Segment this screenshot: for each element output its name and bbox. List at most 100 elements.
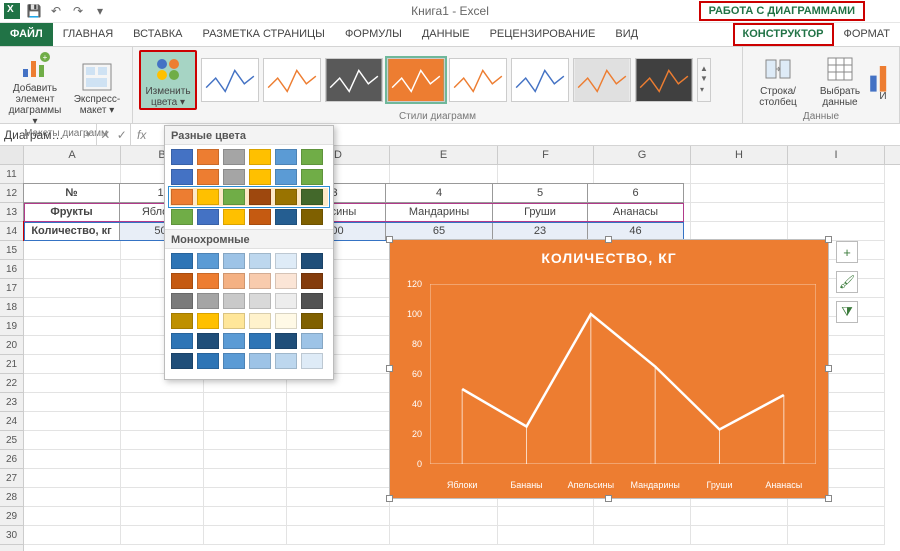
cell-G12[interactable]: 6	[587, 183, 684, 203]
chart-style-6[interactable]	[511, 58, 569, 102]
row-header-30[interactable]: 30	[0, 526, 23, 545]
resize-handle[interactable]	[386, 365, 393, 372]
cell-A30[interactable]	[24, 526, 121, 545]
cell-I12[interactable]	[788, 184, 885, 203]
cell-A12[interactable]: №	[23, 183, 120, 203]
cell-C29[interactable]	[204, 507, 287, 526]
cell-B28[interactable]	[121, 488, 204, 507]
resize-handle[interactable]	[825, 236, 832, 243]
cell-A24[interactable]	[24, 412, 121, 431]
fx-icon[interactable]: fx	[131, 128, 152, 142]
cell-C26[interactable]	[204, 450, 287, 469]
row-header-25[interactable]: 25	[0, 431, 23, 450]
cell-G30[interactable]	[594, 526, 691, 545]
cell-D25[interactable]	[287, 431, 390, 450]
switch-row-column-button[interactable]: Строка/ столбец	[749, 52, 807, 108]
cell-A18[interactable]	[24, 298, 121, 317]
chart-filters-button[interactable]: ⧩	[836, 301, 858, 323]
color-scheme-row[interactable]	[171, 253, 327, 269]
row-header-23[interactable]: 23	[0, 393, 23, 412]
col-header-F[interactable]: F	[498, 146, 594, 164]
cell-D27[interactable]	[287, 469, 390, 488]
cell-D24[interactable]	[287, 412, 390, 431]
color-scheme-row[interactable]	[171, 333, 327, 349]
row-header-20[interactable]: 20	[0, 336, 23, 355]
color-scheme-row[interactable]	[171, 273, 327, 289]
row-header-14[interactable]: 14	[0, 222, 23, 241]
cell-A21[interactable]	[24, 355, 121, 374]
cell-E14[interactable]: 65	[385, 221, 493, 241]
tab-page-layout[interactable]: РАЗМЕТКА СТРАНИЦЫ	[192, 23, 334, 46]
qat-customize-icon[interactable]: ▾	[92, 3, 108, 19]
cell-E30[interactable]	[390, 526, 498, 545]
tab-design[interactable]: КОНСТРУКТОР	[733, 23, 834, 46]
cell-B30[interactable]	[121, 526, 204, 545]
color-scheme-row[interactable]	[171, 149, 327, 165]
name-box[interactable]: Диаграм… ▼	[0, 124, 97, 145]
cell-C30[interactable]	[204, 526, 287, 545]
cell-H13[interactable]	[691, 203, 788, 222]
redo-icon[interactable]: ↷	[70, 3, 86, 19]
chart-style-8[interactable]	[635, 58, 693, 102]
color-scheme-row[interactable]	[171, 353, 327, 369]
color-scheme-row[interactable]	[171, 209, 327, 225]
chart-style-3[interactable]	[325, 58, 383, 102]
resize-handle[interactable]	[386, 236, 393, 243]
col-header-I[interactable]: I	[788, 146, 885, 164]
resize-handle[interactable]	[386, 495, 393, 502]
chart-style-4[interactable]	[387, 58, 445, 102]
resize-handle[interactable]	[825, 365, 832, 372]
chart-elements-button[interactable]: +	[836, 241, 858, 263]
cell-B23[interactable]	[121, 393, 204, 412]
row-header-22[interactable]: 22	[0, 374, 23, 393]
row-header-18[interactable]: 18	[0, 298, 23, 317]
chart-style-1[interactable]	[201, 58, 259, 102]
cell-C27[interactable]	[204, 469, 287, 488]
cell-B29[interactable]	[121, 507, 204, 526]
chart-object[interactable]: КОЛИЧЕСТВО, КГ 020406080100120 ЯблокиБан…	[389, 239, 829, 499]
row-header-26[interactable]: 26	[0, 450, 23, 469]
chart-style-2[interactable]	[263, 58, 321, 102]
cell-A17[interactable]	[24, 279, 121, 298]
resize-handle[interactable]	[605, 236, 612, 243]
save-icon[interactable]: 💾	[26, 3, 42, 19]
change-chart-type-button[interactable]: И	[873, 57, 893, 102]
tab-format[interactable]: ФОРМАТ	[834, 23, 900, 46]
cell-C25[interactable]	[204, 431, 287, 450]
row-header-11[interactable]: 11	[0, 165, 23, 184]
cell-D26[interactable]	[287, 450, 390, 469]
tab-insert[interactable]: ВСТАВКА	[123, 23, 192, 46]
tab-home[interactable]: ГЛАВНАЯ	[53, 23, 123, 46]
row-header-12[interactable]: 12	[0, 184, 23, 203]
gallery-more-icon[interactable]: ▲▼▾	[697, 58, 711, 102]
quick-layout-button[interactable]: Экспресс- макет ▾	[68, 60, 126, 116]
row-header-17[interactable]: 17	[0, 279, 23, 298]
chart-title[interactable]: КОЛИЧЕСТВО, КГ	[390, 240, 828, 270]
cell-G29[interactable]	[594, 507, 691, 526]
resize-handle[interactable]	[605, 495, 612, 502]
undo-icon[interactable]: ↶	[48, 3, 64, 19]
cell-A25[interactable]	[24, 431, 121, 450]
col-header-A[interactable]: A	[24, 146, 121, 164]
cell-B26[interactable]	[121, 450, 204, 469]
cell-D28[interactable]	[287, 488, 390, 507]
tab-formulas[interactable]: ФОРМУЛЫ	[335, 23, 412, 46]
cell-C28[interactable]	[204, 488, 287, 507]
cell-I11[interactable]	[788, 165, 885, 184]
chart-style-5[interactable]	[449, 58, 507, 102]
chart-styles-button[interactable]: 🖌	[836, 271, 858, 293]
cell-H11[interactable]	[691, 165, 788, 184]
resize-handle[interactable]	[825, 495, 832, 502]
row-header-29[interactable]: 29	[0, 507, 23, 526]
enter-icon[interactable]: ✓	[117, 128, 127, 142]
cell-D23[interactable]	[287, 393, 390, 412]
cell-F13[interactable]: Груши	[492, 202, 588, 222]
cell-H29[interactable]	[691, 507, 788, 526]
cell-A29[interactable]	[24, 507, 121, 526]
tab-review[interactable]: РЕЦЕНЗИРОВАНИЕ	[480, 23, 606, 46]
cell-F12[interactable]: 5	[492, 183, 588, 203]
cell-A28[interactable]	[24, 488, 121, 507]
chart-style-7[interactable]	[573, 58, 631, 102]
worksheet[interactable]: 1112131415161718192021222324252627282930…	[0, 146, 900, 551]
tab-view[interactable]: ВИД	[605, 23, 648, 46]
